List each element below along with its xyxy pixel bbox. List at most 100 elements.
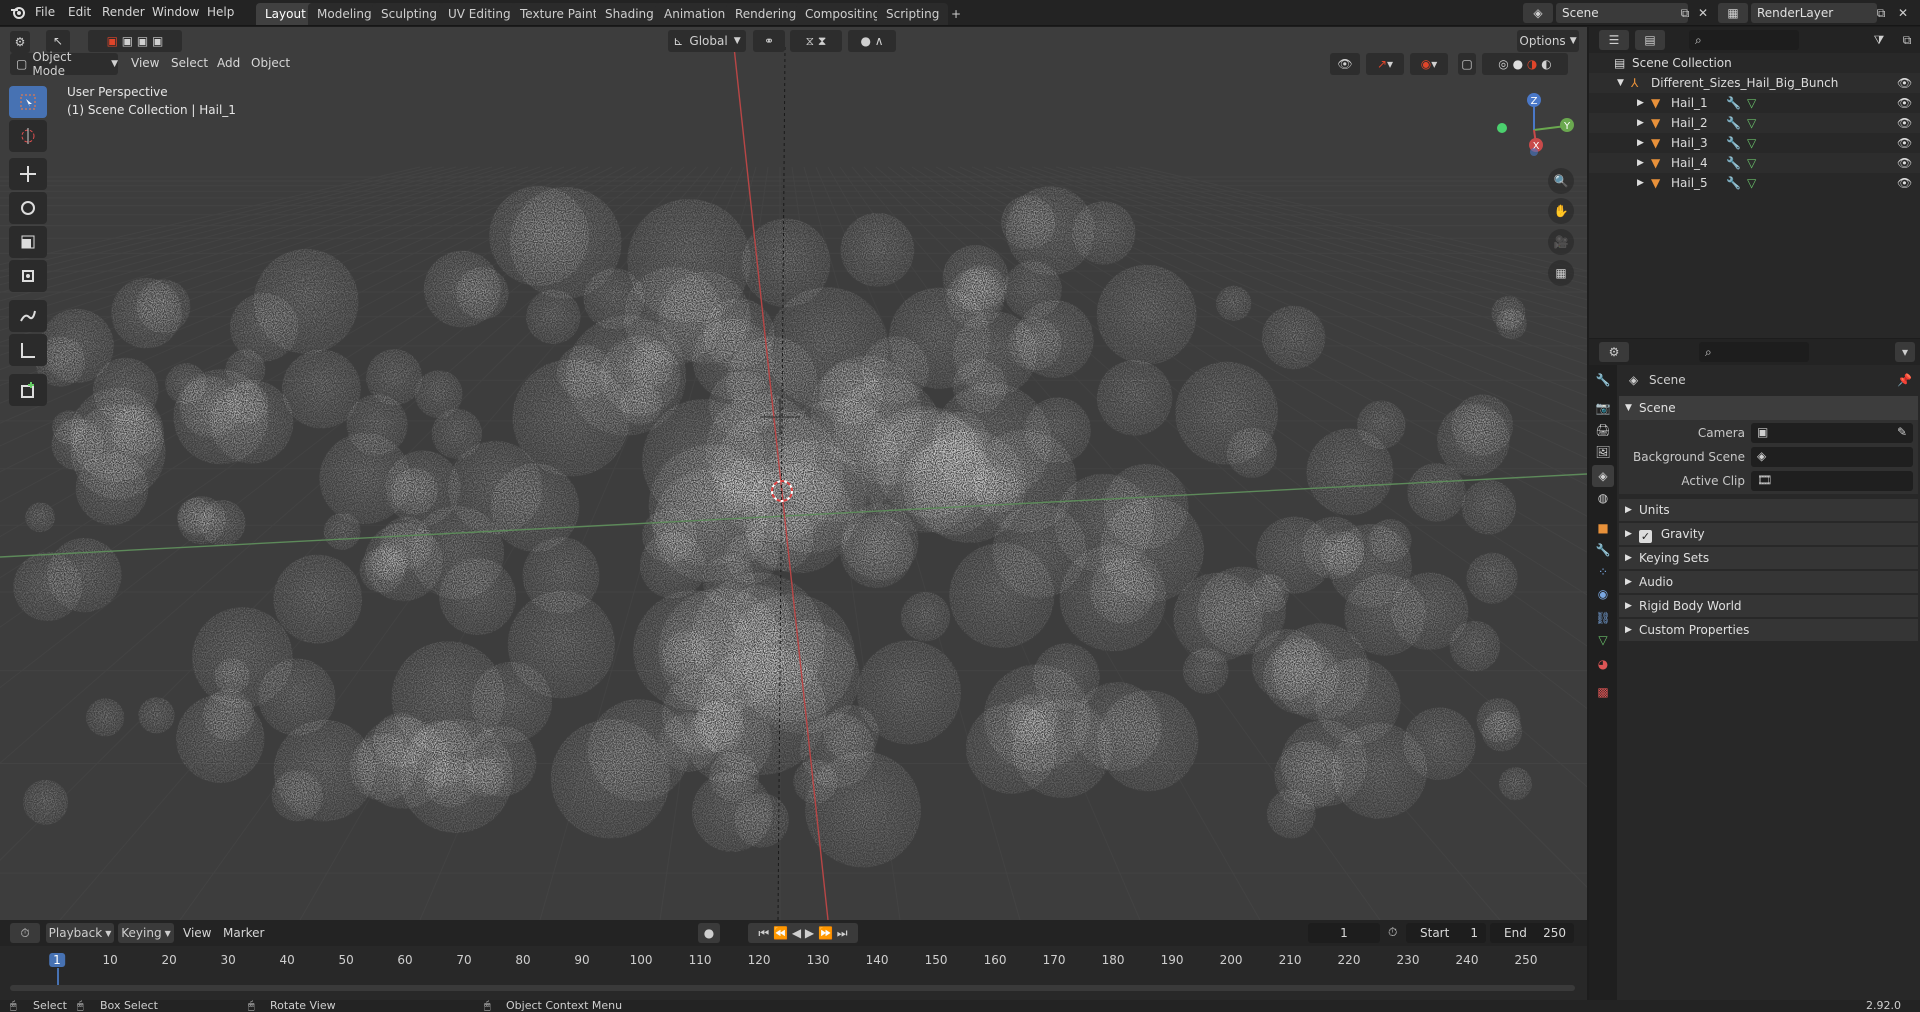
- modifier-wrench-icon[interactable]: 🔧: [1726, 133, 1741, 153]
- scene-tab-icon[interactable]: ◈: [1592, 465, 1614, 487]
- tab-shading[interactable]: Shading: [596, 3, 663, 25]
- outliner-row-scene-collection[interactable]: ▤ Scene Collection: [1589, 53, 1920, 73]
- annotate-tool-icon[interactable]: [9, 300, 47, 332]
- outliner-row-hail[interactable]: ▶ ▼ Hail_5 🔧 ▽ 👁: [1589, 173, 1920, 193]
- select-tool-icon[interactable]: ↖: [46, 30, 70, 52]
- jump-start-icon[interactable]: ⏮: [758, 926, 769, 941]
- timeline-menu-view[interactable]: View: [183, 926, 211, 940]
- active-clip-field[interactable]: 🎞: [1751, 471, 1913, 491]
- mesh-data-icon[interactable]: ▽: [1747, 153, 1756, 173]
- physics-tab-icon[interactable]: ◉: [1592, 583, 1614, 605]
- mesh-data-icon[interactable]: ▽: [1747, 173, 1756, 193]
- timeline-scrollbar[interactable]: [10, 985, 1575, 991]
- start-frame-field[interactable]: Start 1: [1406, 923, 1486, 943]
- texture-tab-icon[interactable]: ▩: [1592, 681, 1614, 703]
- visibility-eye-icon[interactable]: 👁: [1897, 73, 1912, 93]
- auto-keying-icon[interactable]: ●: [698, 923, 720, 943]
- material-tab-icon[interactable]: ◕: [1592, 653, 1614, 675]
- tab-uv-editing[interactable]: UV Editing: [439, 3, 520, 25]
- scene-name-field[interactable]: Scene: [1556, 3, 1688, 23]
- transform-orientation-dropdown[interactable]: ⊾ Global ▼: [668, 30, 746, 52]
- add-workspace-button[interactable]: +: [942, 3, 970, 25]
- filter-icon[interactable]: ⧩: [1863, 30, 1895, 50]
- viewport-menu-select[interactable]: Select: [171, 56, 208, 70]
- tab-compositing[interactable]: Compositing: [796, 3, 890, 25]
- constraints-tab-icon[interactable]: ⛓: [1592, 607, 1614, 629]
- outliner-editor-type-icon[interactable]: ☰: [1599, 30, 1629, 50]
- visibility-eye-icon[interactable]: 👁: [1897, 133, 1912, 153]
- new-view-layer-icon[interactable]: ⧉: [1872, 3, 1890, 23]
- next-keyframe-icon[interactable]: ⏩: [818, 926, 833, 940]
- audio-panel-header[interactable]: ▶ Audio: [1619, 571, 1918, 593]
- modifier-wrench-icon[interactable]: 🔧: [1726, 113, 1741, 133]
- visibility-eye-icon[interactable]: 👁: [1897, 153, 1912, 173]
- gravity-panel-header[interactable]: ▶ ✓ Gravity: [1619, 523, 1918, 545]
- measure-tool-icon[interactable]: [9, 334, 47, 366]
- current-frame-field[interactable]: 1: [1308, 923, 1380, 943]
- output-tab-icon[interactable]: 🖨: [1592, 419, 1614, 441]
- pan-hand-icon[interactable]: ✋: [1548, 198, 1574, 224]
- menu-help[interactable]: Help: [207, 5, 234, 19]
- viewport-menu-view[interactable]: View: [131, 56, 159, 70]
- outliner-row-collection[interactable]: ▼ ⅄ Different_Sizes_Hail_Big_Bunch 👁: [1589, 73, 1920, 93]
- eyedropper-icon[interactable]: ✎: [1897, 425, 1907, 439]
- world-tab-icon[interactable]: ◍: [1592, 487, 1614, 509]
- xray-toggle-icon[interactable]: ▢: [1458, 53, 1476, 75]
- prev-keyframe-icon[interactable]: ⏪: [773, 926, 788, 940]
- delete-view-layer-icon[interactable]: ✕: [1894, 3, 1912, 23]
- viewport-scene[interactable]: [0, 27, 1587, 920]
- particles-tab-icon[interactable]: ⁘: [1592, 561, 1614, 583]
- 3d-viewport[interactable]: [0, 27, 1587, 920]
- expand-arrow-icon[interactable]: ▶: [1637, 133, 1644, 153]
- rendered-shading-icon[interactable]: ◐: [1541, 57, 1551, 71]
- visibility-icon[interactable]: 👁: [1330, 53, 1360, 75]
- menu-edit[interactable]: Edit: [68, 5, 91, 19]
- tab-scripting[interactable]: Scripting: [877, 3, 949, 25]
- keying-sets-panel-header[interactable]: ▶ Keying Sets: [1619, 547, 1918, 569]
- gizmo-neg-z-axis[interactable]: [1530, 148, 1538, 156]
- snap-icon[interactable]: ⧖ ⧗: [790, 30, 842, 52]
- zoom-icon[interactable]: 🔍: [1548, 168, 1574, 194]
- tab-animation[interactable]: Animation: [655, 3, 735, 25]
- stopwatch-icon[interactable]: ⏱: [1388, 925, 1397, 940]
- rigid-body-world-panel-header[interactable]: ▶ Rigid Body World: [1619, 595, 1918, 617]
- object-tab-icon[interactable]: ■: [1592, 517, 1614, 539]
- view-layer-tab-icon[interactable]: 🖼: [1592, 441, 1614, 463]
- view-layer-selector-button[interactable]: ▦: [1718, 3, 1748, 23]
- blender-logo-icon[interactable]: [10, 4, 26, 20]
- play-icon[interactable]: ▶: [805, 926, 814, 940]
- mesh-data-icon[interactable]: ▽: [1747, 113, 1756, 133]
- transform-tool-icon[interactable]: [9, 260, 47, 292]
- select-box-tool-icon[interactable]: [9, 86, 47, 118]
- move-tool-icon[interactable]: [9, 158, 47, 190]
- play-reverse-icon[interactable]: ◀: [792, 926, 801, 940]
- properties-search-input[interactable]: ⌕: [1699, 342, 1809, 362]
- expand-arrow-icon[interactable]: ▶: [1637, 153, 1644, 173]
- mesh-data-icon[interactable]: ▽: [1747, 133, 1756, 153]
- menu-render[interactable]: Render: [102, 5, 145, 19]
- outliner-row-hail[interactable]: ▶ ▼ Hail_3 🔧 ▽ 👁: [1589, 133, 1920, 153]
- playhead-line[interactable]: [57, 968, 59, 986]
- visibility-eye-icon[interactable]: 👁: [1897, 93, 1912, 113]
- collapse-arrow-icon[interactable]: ▼: [1617, 73, 1624, 93]
- jump-end-icon[interactable]: ⏭: [837, 926, 848, 941]
- tab-texture-paint[interactable]: Texture Paint: [511, 3, 607, 25]
- properties-options-icon[interactable]: ▾: [1895, 342, 1915, 362]
- scale-tool-icon[interactable]: [9, 226, 47, 258]
- add-cube-tool-icon[interactable]: [9, 374, 47, 406]
- pivot-point-icon[interactable]: ⚭: [753, 30, 785, 52]
- tab-modeling[interactable]: Modeling: [308, 3, 381, 25]
- navigation-gizmo[interactable]: Z Y X: [1482, 88, 1578, 168]
- new-scene-icon[interactable]: ⧉: [1676, 3, 1694, 23]
- new-collection-icon[interactable]: ⧉: [1897, 30, 1917, 50]
- view-layer-field[interactable]: RenderLayer: [1751, 3, 1877, 23]
- expand-arrow-icon[interactable]: ▶: [1637, 113, 1644, 133]
- scene-selector-button[interactable]: ◈: [1523, 3, 1553, 23]
- timeline-menu-marker[interactable]: Marker: [223, 926, 264, 940]
- select-new-icon[interactable]: ▣: [107, 34, 118, 48]
- mesh-data-icon[interactable]: ▽: [1747, 93, 1756, 113]
- menu-window[interactable]: Window: [152, 5, 199, 19]
- end-frame-field[interactable]: End 250: [1490, 923, 1574, 943]
- object-mode-dropdown[interactable]: ▢ Object Mode ▼: [10, 50, 118, 78]
- tool-tab-icon[interactable]: 🔧: [1592, 369, 1614, 391]
